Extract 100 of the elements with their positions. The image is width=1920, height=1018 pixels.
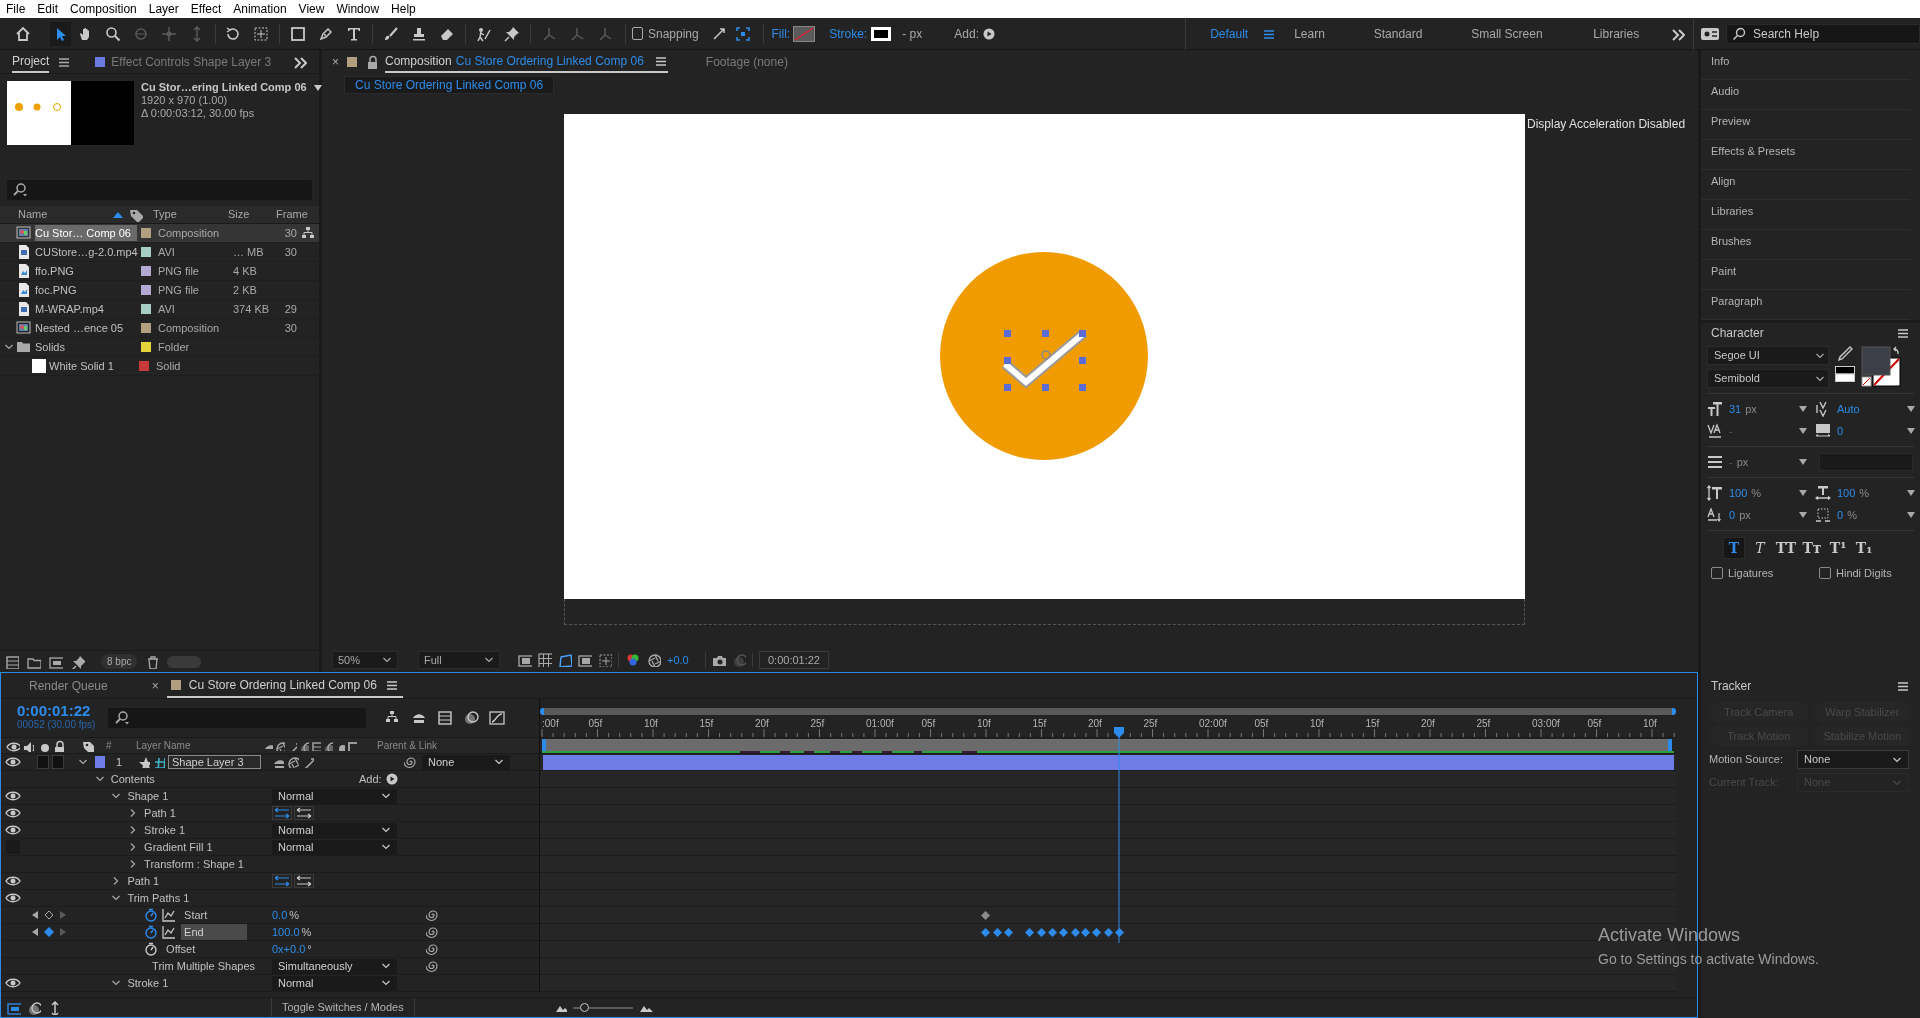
graph-icon[interactable] [162, 925, 177, 939]
transparency-grid-icon[interactable] [538, 653, 552, 667]
item-name[interactable]: Nested …ence 05 [35, 319, 137, 337]
dropdown-caret-icon[interactable] [1799, 406, 1807, 412]
snap-grid-icon[interactable] [734, 25, 751, 42]
label-tag-icon[interactable] [129, 207, 143, 222]
layer-switch-icon[interactable] [311, 740, 321, 751]
blend-mode-dropdown[interactable]: Normal [272, 788, 397, 804]
item-name[interactable]: Solids [35, 338, 137, 356]
anchor-point-icon[interactable] [253, 25, 270, 42]
checkbox[interactable] [1711, 567, 1723, 579]
search-help-field[interactable]: Search Help [1726, 23, 1920, 44]
graph-icon[interactable] [162, 908, 177, 922]
tracking-field[interactable]: 0 [1837, 422, 1899, 440]
font-family-dropdown[interactable]: Segoe UI [1707, 346, 1829, 365]
delete-icon[interactable] [145, 654, 160, 669]
keyframe-toggle-icon[interactable] [44, 910, 54, 920]
add-button-icon[interactable] [385, 773, 398, 785]
menu-item[interactable]: Animation [227, 0, 293, 18]
stopwatch-icon[interactable] [144, 925, 159, 939]
keyframe-icon[interactable] [1114, 928, 1124, 937]
panel-tab[interactable]: Preview [1711, 115, 1751, 127]
keyframe-icon[interactable] [992, 928, 1002, 937]
new-composition-icon[interactable] [49, 654, 63, 669]
text-style-button[interactable]: T₁ [1853, 537, 1875, 559]
label-color-swatch[interactable] [141, 228, 151, 238]
label-color-swatch[interactable] [139, 361, 149, 371]
parent-pick-whip-icon[interactable] [404, 755, 418, 769]
flowchart-icon[interactable] [301, 226, 315, 240]
workspace-tab[interactable]: Small Screen [1471, 24, 1543, 43]
panel-tab[interactable]: Render Queue [29, 676, 108, 695]
panel-tab[interactable]: Paragraph [1711, 295, 1763, 307]
text-style-button[interactable]: Tᴛ [1801, 537, 1823, 559]
menu-item[interactable]: Window [330, 0, 386, 18]
item-name[interactable]: foc.PNG [35, 281, 137, 299]
panel-tab[interactable]: Project [12, 50, 50, 73]
add-button-icon[interactable] [983, 27, 995, 40]
keyframe-icon[interactable] [981, 928, 991, 937]
layer-switch-icon[interactable] [323, 740, 333, 751]
current-time-display[interactable]: 0:00:01:22 [759, 651, 829, 669]
keyframe-icon[interactable] [1080, 928, 1090, 937]
property-value[interactable]: 0.0 % [272, 906, 300, 924]
close-tab-button[interactable]: × [332, 53, 339, 71]
path-direction-icon[interactable] [294, 806, 314, 820]
property-name[interactable]: Start [181, 906, 211, 924]
more-panels-icon[interactable] [293, 54, 307, 69]
dropdown-caret-icon[interactable] [1799, 459, 1807, 465]
stopwatch-icon[interactable] [144, 942, 159, 956]
path-direction-icon[interactable] [294, 874, 314, 888]
eye-icon[interactable] [5, 806, 21, 820]
text-style-button[interactable]: TT [1775, 537, 1797, 559]
exposure-value[interactable]: +0.0 [667, 651, 699, 669]
rotate-icon[interactable] [225, 25, 242, 42]
expression-pick-whip-icon[interactable] [426, 959, 440, 973]
baseline-shift-field[interactable]: 0 px [1729, 506, 1791, 524]
font-style-dropdown[interactable]: Semibold [1707, 369, 1829, 388]
shape-layer-icon[interactable] [154, 756, 165, 768]
panel-tab[interactable]: Effects & Presets [1711, 145, 1796, 157]
sort-arrow-icon[interactable] [113, 211, 123, 218]
stroke-width-value[interactable]: - px [902, 24, 945, 43]
pen-icon[interactable] [318, 25, 335, 42]
brush-icon[interactable] [383, 25, 400, 42]
bit-depth-button[interactable]: 8 bpc [101, 654, 138, 669]
menu-item[interactable]: View [292, 0, 331, 18]
horizontal-scale-field[interactable]: 100 % [1837, 484, 1899, 502]
path-direction-icon[interactable] [272, 806, 292, 820]
keyframe-icon[interactable] [1025, 928, 1035, 937]
eyedropper-icon[interactable] [1837, 346, 1853, 362]
checkbox-label[interactable]: Ligatures [1728, 564, 1774, 582]
property-group-name[interactable]: Path 1 [144, 804, 176, 822]
panel-tab[interactable]: Audio [1711, 85, 1740, 97]
text-style-button[interactable]: T¹ [1827, 537, 1849, 559]
snapping-checkbox[interactable] [631, 27, 643, 40]
solo-toggle[interactable] [37, 755, 49, 769]
mask-visibility-icon[interactable] [558, 653, 572, 667]
fill-label[interactable]: Fill: [771, 24, 791, 43]
text-style-button[interactable]: T [1749, 537, 1771, 559]
panel-tab[interactable]: Footage (none) [705, 53, 788, 71]
label-color-swatch[interactable] [141, 304, 151, 314]
panel-tab[interactable]: Effect Controls Shape Layer 3 [95, 50, 272, 73]
column-header[interactable]: Parent & Link [377, 738, 438, 753]
color-channels-icon[interactable] [625, 652, 641, 668]
property-name[interactable]: Offset [163, 940, 199, 958]
stopwatch-icon[interactable] [144, 908, 159, 922]
column-header[interactable]: Frame [276, 206, 308, 223]
panel-menu-icon[interactable] [653, 54, 668, 68]
column-header[interactable]: Size [228, 206, 276, 223]
transfer-controls-icon[interactable] [27, 1000, 41, 1015]
menu-item[interactable]: Layer [142, 0, 185, 18]
close-tab-button[interactable]: × [151, 676, 159, 695]
lock-icon[interactable] [365, 55, 377, 69]
layer-name-field[interactable]: Shape Layer 3 [168, 755, 261, 769]
panel-tab[interactable]: Composition [385, 52, 452, 70]
checkbox[interactable] [1819, 567, 1831, 579]
label-color-swatch[interactable] [141, 323, 151, 333]
timeline-tab[interactable]: Cu Store Ordering Linked Comp 06 [188, 675, 377, 694]
tsume-field[interactable]: 0 % [1837, 506, 1899, 524]
layer-switches-toggle-icon[interactable] [7, 1000, 21, 1015]
zoom-icon[interactable] [104, 25, 121, 42]
panel-tab[interactable]: Paint [1711, 265, 1737, 277]
